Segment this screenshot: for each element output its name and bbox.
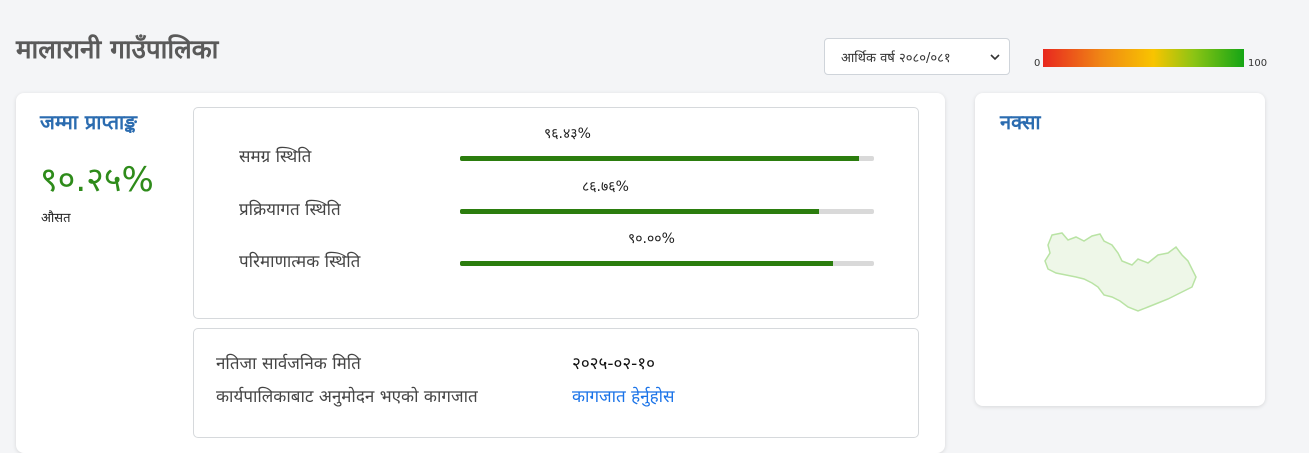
status-panel: समग्र स्थिति ९६.४३% प्रक्रियागत स्थिति ८… bbox=[193, 107, 919, 319]
page-title: मालारानी गाउँपालिका bbox=[16, 35, 219, 65]
status-percent: ८६.७६% bbox=[582, 179, 629, 195]
map-title: नक्सा bbox=[1000, 110, 1041, 134]
fiscal-year-value: आर्थिक वर्ष २०८०/०८१ bbox=[841, 50, 951, 66]
status-progress-fill bbox=[460, 156, 860, 161]
status-row-process: प्रक्रियागत स्थिति ८६.७६% bbox=[194, 175, 918, 225]
status-label: प्रक्रियागत स्थिति bbox=[239, 200, 341, 220]
status-progress-fill bbox=[460, 261, 833, 266]
status-percent: ९६.४३% bbox=[544, 126, 591, 142]
status-progress-fill bbox=[460, 209, 820, 214]
status-row-quantitative: परिमाणात्मक स्थिति ९०.००% bbox=[194, 227, 918, 277]
score-color-legend bbox=[1043, 49, 1244, 67]
result-info-panel: नतिजा सार्वजनिक मिति २०२५-०२-१० कार्यपाल… bbox=[193, 328, 919, 438]
total-score-subtitle: औसत bbox=[41, 211, 71, 226]
view-document-link[interactable]: कागजात हेर्नुहोस bbox=[572, 384, 675, 407]
publish-date-label: नतिजा सार्वजनिक मिति bbox=[216, 354, 361, 374]
status-label: परिमाणात्मक स्थिति bbox=[239, 252, 361, 272]
total-score-value: ९०.२५% bbox=[40, 160, 154, 200]
status-progress-track bbox=[460, 156, 874, 161]
status-row-overall: समग्र स्थिति ९६.४३% bbox=[194, 122, 918, 172]
chevron-down-icon bbox=[990, 54, 1000, 61]
fiscal-year-select[interactable]: आर्थिक वर्ष २०८०/०८१ bbox=[824, 38, 1010, 75]
legend-max-label: 100 bbox=[1248, 58, 1268, 69]
approved-document-label: कार्यपालिकाबाट अनुमोदन भएको कागजात bbox=[216, 387, 478, 407]
status-label: समग्र स्थिति bbox=[239, 147, 312, 167]
total-score-title: जम्मा प्राप्ताङ्क bbox=[40, 110, 137, 134]
publish-date-value: २०२५-०२-१० bbox=[572, 354, 655, 374]
status-progress-track bbox=[460, 261, 874, 266]
municipality-map-shape[interactable] bbox=[1040, 225, 1200, 315]
status-progress-track bbox=[460, 209, 874, 214]
status-percent: ९०.००% bbox=[628, 231, 675, 247]
legend-min-label: 0 bbox=[1034, 58, 1041, 69]
